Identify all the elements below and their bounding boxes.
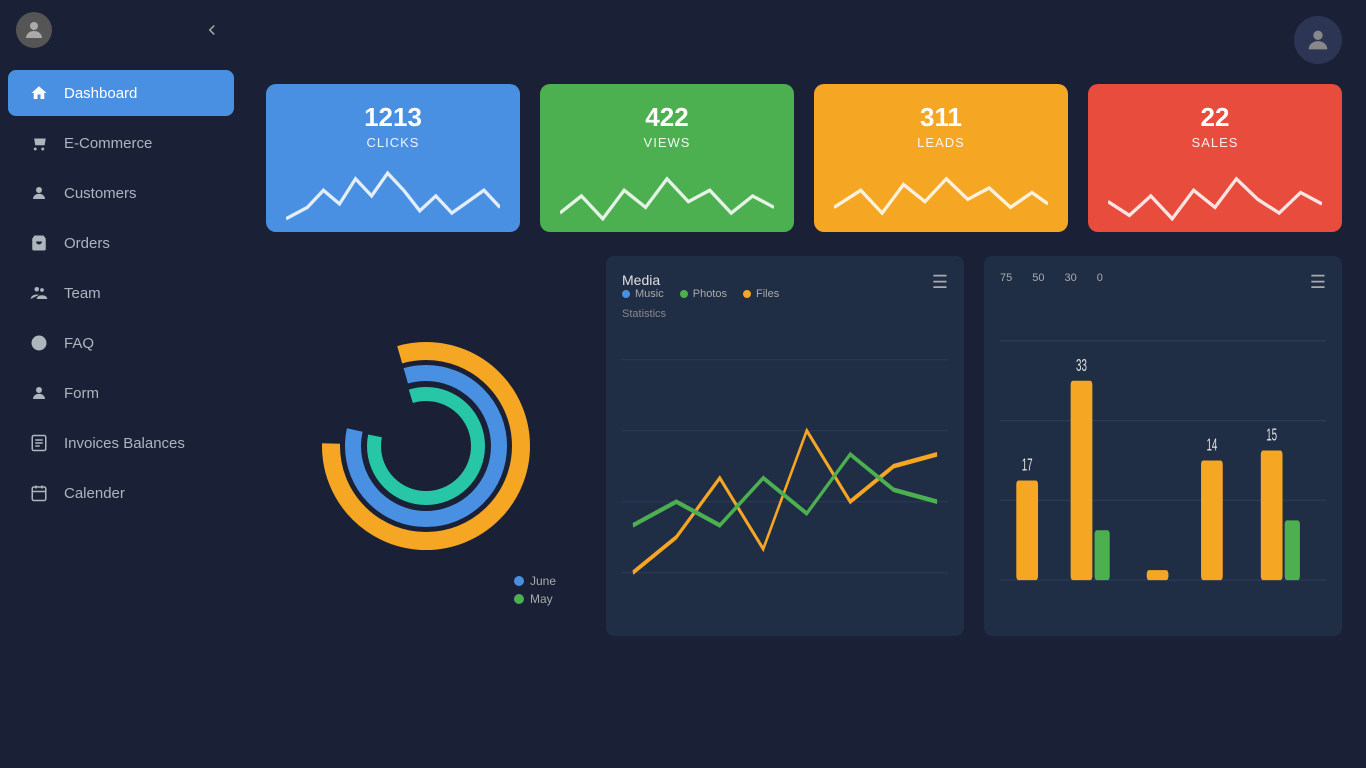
sidebar: Dashboard E-Commerce Customers Orders	[0, 0, 242, 768]
sidebar-item-label: Calender	[64, 485, 125, 502]
question-icon	[28, 332, 50, 354]
donut-chart	[316, 336, 536, 556]
stat-card-sales: 22 SALES	[1088, 84, 1342, 232]
media-chart-section: Media Music Photos Files	[606, 256, 964, 636]
bottom-section: June May Media Music	[266, 256, 1342, 636]
bag-icon	[28, 232, 50, 254]
sidebar-item-label: E-Commerce	[64, 135, 152, 152]
donut-chart-section: June May	[266, 256, 586, 636]
sidebar-item-label: Team	[64, 285, 101, 302]
sidebar-item-label: FAQ	[64, 335, 94, 352]
media-chart-legend: Music Photos Files	[622, 288, 779, 300]
calendar-icon	[28, 482, 50, 504]
leads-wave	[834, 156, 1048, 232]
svg-text:17: 17	[1022, 456, 1033, 476]
invoice-icon	[28, 432, 50, 454]
sidebar-header	[0, 0, 242, 60]
bar-chart-menu-icon[interactable]: ☰	[1310, 272, 1326, 293]
stat-card-leads: 311 LEADS	[814, 84, 1068, 232]
clicks-wave	[286, 156, 500, 232]
media-chart-header: Media Music Photos Files	[622, 272, 948, 328]
sidebar-item-customers[interactable]: Customers	[8, 170, 234, 216]
sidebar-item-label: Dashboard	[64, 85, 137, 102]
sidebar-item-label: Invoices Balances	[64, 435, 185, 452]
legend-photos: Photos	[680, 288, 727, 300]
home-icon	[28, 82, 50, 104]
svg-text:14: 14	[1206, 436, 1217, 456]
legend-item-may: May	[514, 592, 556, 606]
sidebar-item-invoices[interactable]: Invoices Balances	[8, 420, 234, 466]
sidebar-item-calender[interactable]: Calender	[8, 470, 234, 516]
stat-label-leads: LEADS	[834, 135, 1048, 150]
stat-card-views: 422 VIEWS	[540, 84, 794, 232]
stat-label-clicks: CLICKS	[286, 135, 500, 150]
top-right-user-avatar[interactable]	[1294, 16, 1342, 64]
legend-dot-may	[514, 594, 524, 604]
cart-icon	[28, 132, 50, 154]
sidebar-item-orders[interactable]: Orders	[8, 220, 234, 266]
stat-label-sales: SALES	[1108, 135, 1322, 150]
sidebar-navigation: Dashboard E-Commerce Customers Orders	[0, 60, 242, 526]
collapse-button[interactable]	[198, 16, 226, 44]
bar-chart-section: 75 50 30 0 ☰ 17	[984, 256, 1342, 636]
media-chart-title: Media	[622, 272, 779, 288]
media-chart-subtitle: Statistics	[622, 308, 779, 320]
legend-label-may: May	[530, 592, 553, 606]
svg-text:15: 15	[1266, 426, 1277, 446]
media-chart-area	[622, 336, 948, 620]
bar-y-label-75: 75	[1000, 272, 1012, 284]
sidebar-item-ecommerce[interactable]: E-Commerce	[8, 120, 234, 166]
legend-label-june: June	[530, 574, 556, 588]
user-avatar	[16, 12, 52, 48]
legend-label-music: Music	[635, 288, 664, 300]
stat-number-views: 422	[560, 102, 774, 133]
sidebar-item-label: Orders	[64, 235, 110, 252]
legend-dot-files	[743, 290, 751, 298]
main-content: 1213 CLICKS 422 VIEWS 311 LEADS	[242, 0, 1366, 768]
stat-number-leads: 311	[834, 102, 1048, 133]
stats-row: 1213 CLICKS 422 VIEWS 311 LEADS	[266, 84, 1342, 232]
legend-dot-music	[622, 290, 630, 298]
stat-number-sales: 22	[1108, 102, 1322, 133]
legend-item-june: June	[514, 574, 556, 588]
sidebar-item-label: Customers	[64, 185, 137, 202]
sidebar-item-faq[interactable]: FAQ	[8, 320, 234, 366]
legend-label-photos: Photos	[693, 288, 727, 300]
person-icon	[28, 182, 50, 204]
sidebar-item-form[interactable]: Form	[8, 370, 234, 416]
sidebar-item-dashboard[interactable]: Dashboard	[8, 70, 234, 116]
sales-wave	[1108, 156, 1322, 232]
sidebar-item-label: Form	[64, 385, 99, 402]
bar-y-label-30: 30	[1065, 272, 1077, 284]
stat-number-clicks: 1213	[286, 102, 500, 133]
stat-label-views: VIEWS	[560, 135, 774, 150]
bar-chart-area: 17 33 14 15	[1000, 301, 1326, 620]
legend-files: Files	[743, 288, 779, 300]
legend-dot-photos	[680, 290, 688, 298]
media-chart-menu-icon[interactable]: ☰	[932, 272, 948, 293]
donut-legend: June May	[514, 574, 556, 606]
bar-y-label-0: 0	[1097, 272, 1103, 284]
legend-music: Music	[622, 288, 664, 300]
legend-dot-june	[514, 576, 524, 586]
legend-label-files: Files	[756, 288, 779, 300]
group-icon	[28, 282, 50, 304]
bar-y-label-50: 50	[1032, 272, 1044, 284]
svg-text:33: 33	[1076, 356, 1087, 376]
stat-card-clicks: 1213 CLICKS	[266, 84, 520, 232]
bar-chart-header: 75 50 30 0 ☰	[1000, 272, 1326, 293]
views-wave	[560, 156, 774, 232]
form-icon	[28, 382, 50, 404]
sidebar-item-team[interactable]: Team	[8, 270, 234, 316]
